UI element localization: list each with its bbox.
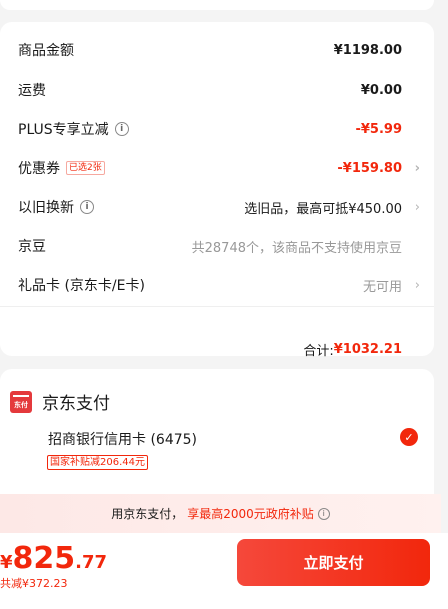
coupon-selected-badge: 已选2张 <box>66 161 105 175</box>
chevron-right-icon: › <box>414 160 420 176</box>
shipping-value: ¥0.00 <box>360 82 402 98</box>
gift-card-value: 无可用 › <box>362 277 420 295</box>
chevron-right-icon: › <box>414 277 420 293</box>
jd-beans-label: 京豆 <box>18 239 46 255</box>
divider <box>0 306 434 307</box>
info-icon[interactable]: i <box>317 507 330 520</box>
plus-discount-row: PLUS专享立减 i -¥5.99 <box>18 117 420 141</box>
jd-beans-value: 共28748个，该商品不支持使用京豆 <box>191 240 402 256</box>
promo-banner: 用京东支付， 享最高2000元政府补贴 i <box>0 494 441 533</box>
trade-in-value: 选旧品，最高可抵¥450.00 › <box>244 199 420 217</box>
fee-summary-card: 商品金额 ¥1198.00 运费 ¥0.00 PLUS专享立减 i -¥5.99… <box>0 22 434 359</box>
payment-title: 京东支付 <box>42 394 110 414</box>
coupon-row[interactable]: 优惠券 已选2张 -¥159.80 › <box>18 156 420 180</box>
total-label: 合计: <box>303 343 334 359</box>
plus-discount-label: PLUS专享立减 <box>18 122 109 138</box>
promo-highlight: 享最高2000元政府补贴 <box>187 507 314 521</box>
subsidy-tag: 国家补贴减206.44元 <box>47 455 148 470</box>
price-symbol: ¥ <box>0 552 13 573</box>
gift-card-label: 礼品卡 (京东卡/E卡) <box>18 278 145 294</box>
shipping-label: 运费 <box>18 83 46 99</box>
goods-amount-value: ¥1198.00 <box>333 42 402 58</box>
jd-pay-icon: 东付 <box>10 390 32 413</box>
trade-in-row[interactable]: 以旧换新 i 选旧品，最高可抵¥450.00 › <box>18 195 420 219</box>
promo-prefix: 用京东支付， <box>111 507 184 521</box>
chevron-right-icon: › <box>414 199 420 215</box>
check-circle-icon[interactable]: ✓ <box>400 428 418 446</box>
checkout-bar: ¥ 825 .77 共减¥372.23 立即支付 <box>0 533 448 609</box>
previous-card-edge <box>0 0 434 10</box>
coupon-value: -¥159.80 › <box>337 160 420 176</box>
trade-in-label: 以旧换新 <box>18 200 74 216</box>
final-price: ¥ 825 .77 <box>0 541 107 576</box>
pay-now-button[interactable]: 立即支付 <box>237 539 430 586</box>
info-icon[interactable]: i <box>114 122 129 136</box>
goods-amount-row: 商品金额 ¥1198.00 <box>18 38 420 62</box>
bank-card-name[interactable]: 招商银行信用卡 (6475) <box>48 429 197 449</box>
shipping-row: 运费 ¥0.00 <box>18 78 420 102</box>
price-integer: 825 <box>12 541 76 576</box>
total-value: ¥1032.21 <box>333 341 402 357</box>
jd-beans-row: 京豆 共28748个，该商品不支持使用京豆 <box>18 234 420 258</box>
info-icon[interactable]: i <box>80 200 94 214</box>
plus-discount-value: -¥5.99 <box>355 121 402 137</box>
total-savings: 共减¥372.23 <box>0 577 68 590</box>
payment-header: 东付 京东支付 <box>10 389 110 414</box>
coupon-label: 优惠券 <box>18 161 60 177</box>
gift-card-row[interactable]: 礼品卡 (京东卡/E卡) 无可用 › <box>18 273 420 297</box>
price-decimal: .77 <box>75 552 108 573</box>
goods-amount-label: 商品金额 <box>18 43 74 59</box>
total-row: 合计: ¥1032.21 <box>18 337 420 361</box>
